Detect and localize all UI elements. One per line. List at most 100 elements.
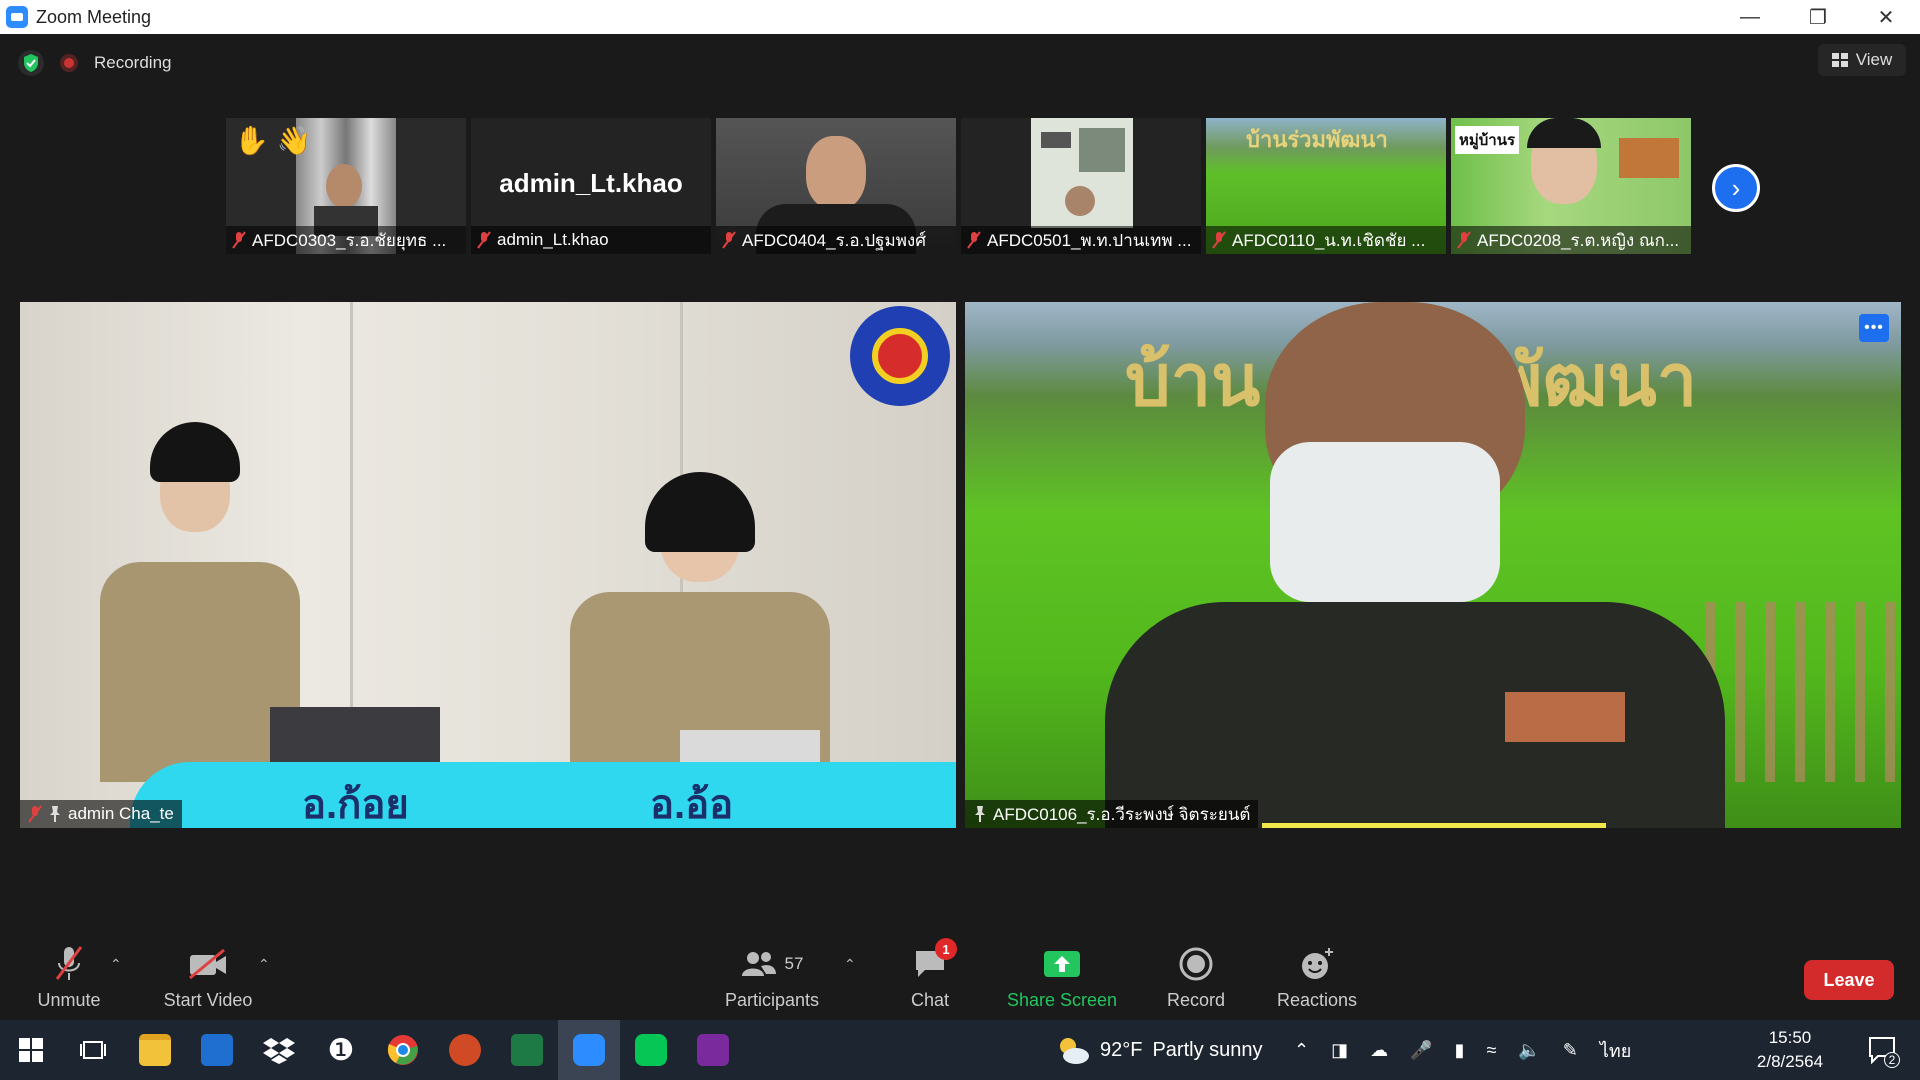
participant-name: admin_Lt.khao bbox=[497, 230, 609, 249]
show-hidden-icons-icon[interactable]: ⌃ bbox=[1294, 1040, 1309, 1061]
unmute-button[interactable]: Unmute bbox=[34, 944, 104, 1011]
onedrive-cloud-icon[interactable]: ☁ bbox=[1370, 1040, 1388, 1061]
more-options-button[interactable]: ••• bbox=[1859, 314, 1889, 342]
video-options-caret[interactable]: ⌃ bbox=[258, 956, 270, 973]
reactions-label: Reactions bbox=[1276, 990, 1358, 1010]
muted-mic-icon bbox=[967, 231, 981, 249]
next-page-button[interactable]: › bbox=[1712, 164, 1760, 212]
participants-label: Participants bbox=[724, 990, 820, 1010]
record-label: Record bbox=[1166, 990, 1226, 1010]
participant-thumbnail[interactable]: AFDC0404_ร.อ.ปฐมพงศ์ bbox=[716, 118, 956, 254]
chat-label: Chat bbox=[910, 990, 950, 1010]
notification-count: 2 bbox=[1884, 1052, 1900, 1068]
taskbar-clock[interactable]: 15:50 2/8/2564 bbox=[1740, 1026, 1840, 1074]
participant-name: AFDC0208_ร.ต.หญิง ณก... bbox=[1477, 230, 1680, 250]
start-video-label: Start Video bbox=[163, 990, 253, 1010]
weather-temperature: 92°F bbox=[1100, 1038, 1143, 1061]
record-icon bbox=[1179, 947, 1213, 981]
share-screen-label: Share Screen bbox=[1006, 990, 1118, 1010]
line-icon bbox=[635, 1034, 667, 1066]
mail-icon bbox=[201, 1034, 233, 1066]
banner-text-right: พัฒนา bbox=[1495, 341, 1698, 421]
view-button[interactable]: View bbox=[1818, 44, 1906, 76]
security-shield-icon[interactable] bbox=[18, 50, 44, 76]
muted-mic-icon bbox=[722, 231, 736, 249]
weather-widget[interactable]: 92°F Partly sunny bbox=[1056, 1020, 1263, 1080]
video-tile-left[interactable]: อ.ก้อย อ.อ้อ admin Cha_te bbox=[20, 302, 956, 828]
participant-name: AFDC0106_ร.อ.วีระพงษ์ จิตระยนต์ bbox=[993, 804, 1251, 824]
participant-thumbnail[interactable]: admin_Lt.khao admin_Lt.khao bbox=[471, 118, 711, 254]
app-launcher[interactable]: ❶ bbox=[310, 1020, 372, 1080]
meet-now-icon[interactable]: ◨ bbox=[1331, 1040, 1348, 1061]
video-tile-right[interactable]: บ้าน พัฒนา ••• AFDC0106_ร.อ.วีระพงษ์ จิต… bbox=[965, 302, 1901, 828]
name-caption-right: อ.อ้อ bbox=[650, 783, 734, 827]
dropbox-icon bbox=[263, 1038, 295, 1064]
task-view-icon bbox=[80, 1041, 106, 1059]
powerpoint-icon bbox=[449, 1034, 481, 1066]
chat-badge: 1 bbox=[935, 938, 957, 960]
dropbox-app[interactable] bbox=[248, 1020, 310, 1080]
reactions-icon bbox=[1302, 948, 1333, 979]
notification-center-button[interactable]: 2 bbox=[1868, 1036, 1900, 1068]
title-bar: Zoom Meeting — ❐ ✕ bbox=[0, 0, 1920, 34]
tile-name-bar: AFDC0106_ร.อ.วีระพงษ์ จิตระยนต์ bbox=[965, 800, 1259, 828]
chrome-icon bbox=[387, 1035, 418, 1065]
participants-button[interactable]: 57 Participants bbox=[722, 944, 822, 1011]
windows-logo-icon bbox=[19, 1038, 43, 1062]
file-explorer-app[interactable] bbox=[124, 1020, 186, 1080]
participant-thumbnail[interactable]: บ้านร่วมพัฒนา AFDC0110_น.ท.เชิดชัย ... bbox=[1206, 118, 1446, 254]
muted-mic-icon bbox=[1457, 231, 1471, 249]
pen-icon[interactable]: ✎ bbox=[1563, 1040, 1578, 1061]
participants-icon bbox=[741, 952, 776, 976]
battery-icon[interactable]: ▮ bbox=[1455, 1040, 1465, 1061]
participant-name: AFDC0501_พ.ท.ปานเทพ ... bbox=[987, 230, 1192, 250]
muted-mic-icon bbox=[232, 231, 246, 249]
recording-icon bbox=[60, 54, 78, 72]
chrome-app[interactable] bbox=[372, 1020, 434, 1080]
start-button[interactable] bbox=[0, 1020, 62, 1080]
clock-time: 15:50 bbox=[1768, 1028, 1812, 1047]
close-button[interactable]: ✕ bbox=[1852, 0, 1920, 34]
participants-count: 57 bbox=[784, 954, 804, 973]
muted-mic-icon bbox=[55, 946, 83, 980]
wifi-icon[interactable]: ≈ bbox=[1486, 1040, 1496, 1061]
volume-icon[interactable]: 🔈 bbox=[1518, 1040, 1540, 1061]
chat-button[interactable]: 1 Chat bbox=[898, 938, 962, 1011]
start-video-button[interactable]: Start Video bbox=[158, 944, 258, 1011]
task-view-button[interactable] bbox=[62, 1020, 124, 1080]
record-button[interactable]: Record bbox=[1160, 944, 1232, 1011]
window-title: Zoom Meeting bbox=[36, 6, 152, 27]
leave-button[interactable]: Leave bbox=[1804, 960, 1894, 1000]
participant-name: AFDC0404_ร.อ.ปฐมพงศ์ bbox=[742, 230, 927, 250]
audio-options-caret[interactable]: ⌃ bbox=[110, 956, 122, 973]
pdf-app[interactable] bbox=[682, 1020, 744, 1080]
line-app[interactable] bbox=[620, 1020, 682, 1080]
participants-options-caret[interactable]: ⌃ bbox=[844, 956, 856, 973]
mail-app[interactable] bbox=[186, 1020, 248, 1080]
input-language[interactable]: ไทย bbox=[1600, 1036, 1631, 1065]
participant-name: AFDC0110_น.ท.เชิดชัย ... bbox=[1232, 230, 1426, 250]
powerpoint-app[interactable] bbox=[434, 1020, 496, 1080]
share-screen-button[interactable]: Share Screen bbox=[1006, 944, 1118, 1011]
share-screen-icon bbox=[1044, 951, 1080, 977]
excel-icon bbox=[511, 1034, 543, 1066]
participant-strip: ✋ 👋 AFDC0303_ร.อ.ชัยยุทธ ... admin_Lt.kh… bbox=[226, 118, 1691, 254]
pin-icon bbox=[975, 806, 985, 822]
meeting-toolbar: Unmute ⌃ Start Video ⌃ 57 Participants ⌃… bbox=[0, 920, 1920, 1020]
microphone-icon[interactable]: 🎤 bbox=[1410, 1040, 1432, 1061]
minimize-button[interactable]: — bbox=[1716, 0, 1784, 34]
participant-thumbnail[interactable]: ✋ 👋 AFDC0303_ร.อ.ชัยยุทธ ... bbox=[226, 118, 466, 254]
folder-icon bbox=[139, 1034, 171, 1066]
clock-date: 2/8/2564 bbox=[1756, 1052, 1824, 1071]
zoom-taskbar-app[interactable] bbox=[558, 1020, 620, 1080]
restore-button[interactable]: ❐ bbox=[1784, 0, 1852, 34]
zoom-icon bbox=[573, 1034, 605, 1066]
excel-app[interactable] bbox=[496, 1020, 558, 1080]
participant-thumbnail[interactable]: AFDC0501_พ.ท.ปานเทพ ... bbox=[961, 118, 1201, 254]
participant-thumbnail[interactable]: หมู่บ้านร AFDC0208_ร.ต.หญิง ณก... bbox=[1451, 118, 1691, 254]
partly-sunny-icon bbox=[1060, 1038, 1089, 1064]
thumbnail-banner: บ้านร่วมพัฒนา bbox=[1246, 127, 1388, 152]
reactions-button[interactable]: Reactions bbox=[1270, 944, 1364, 1011]
chevron-right-icon: › bbox=[1731, 172, 1741, 203]
pin-icon bbox=[50, 806, 60, 822]
